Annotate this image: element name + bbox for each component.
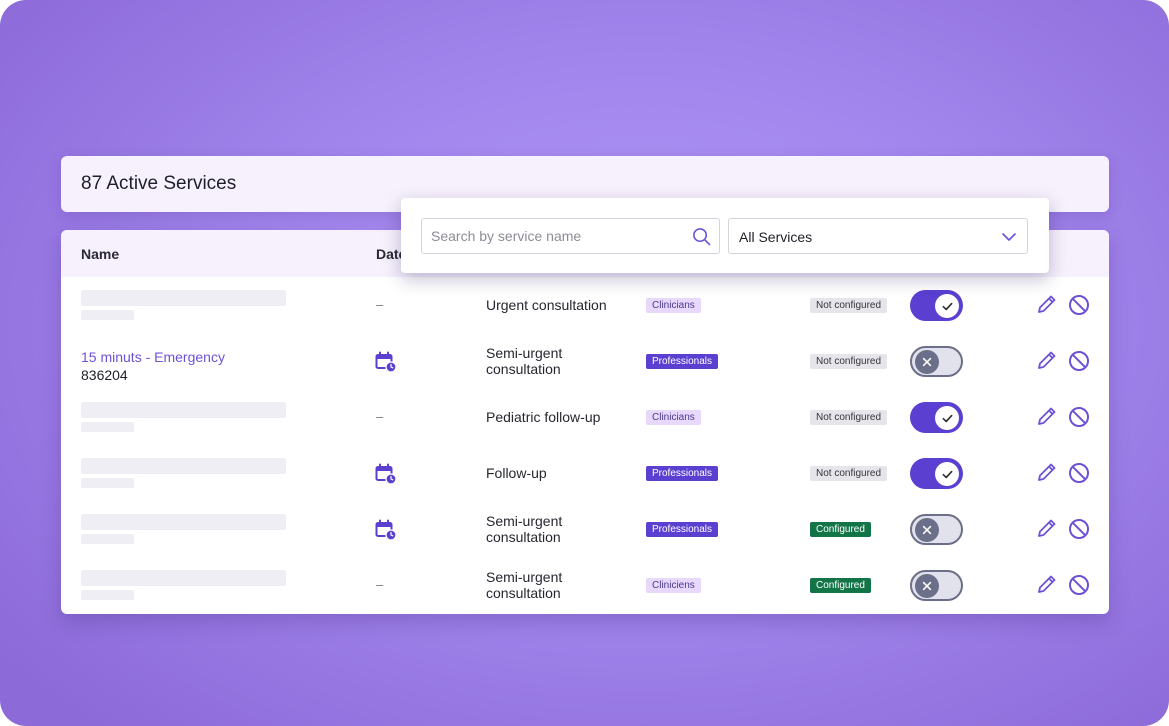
table-row: – Semi-urgent consultation Cliniciens Confi… [61,557,1109,613]
id-placeholder [81,478,134,488]
id-placeholder [81,590,134,600]
config-status-badge: Configured [810,578,871,593]
service-id: 836204 [81,367,128,383]
services-table: Name Date – Urgent consultation Clinicians… [61,230,1109,614]
chevron-down-icon[interactable] [1001,230,1017,244]
config-status-badge: Not configured [810,410,888,425]
table-row: – Pediatric follow-up Clinicians Not config… [61,389,1109,445]
active-toggle[interactable] [910,346,963,377]
calendar-clock-icon[interactable] [375,351,397,373]
check-icon [935,406,959,430]
x-icon [915,573,939,598]
service-type: Semi-urgent consultation [486,345,563,377]
pencil-icon[interactable] [1036,517,1058,539]
search-icon[interactable] [692,227,711,246]
service-type: Urgent consultation [486,297,607,313]
name-placeholder [81,514,286,530]
filter-panel: All Services [401,198,1049,273]
audience-badge: Professionals [646,354,719,369]
name-placeholder [81,402,286,418]
select-value: All Services [739,229,813,245]
block-icon[interactable] [1067,461,1091,485]
empty-date: – [376,577,384,592]
audience-badge: Professionals [646,522,719,537]
table-row: 15 minuts - Emergency 836204 Semi-urgent c… [61,333,1109,389]
background-frame: 87 Active Services Name Date – Urgent con… [0,0,1169,726]
audience-badge: Clinicians [646,410,701,425]
calendar-clock-icon[interactable] [375,519,397,541]
config-status-badge: Not configured [810,298,888,313]
audience-badge: Clinicians [646,298,701,313]
audience-badge: Cliniciens [646,578,701,593]
name-placeholder [81,290,286,306]
config-status-badge: Not configured [810,354,888,369]
active-toggle[interactable] [910,570,963,601]
block-icon[interactable] [1067,517,1091,541]
service-name-link[interactable]: 15 minuts - Emergency [81,349,225,365]
table-row: – Urgent consultation Clinicians Not config… [61,277,1109,333]
table-row: Semi-urgent consultation Professionals Con… [61,501,1109,557]
id-placeholder [81,534,134,544]
name-placeholder [81,570,286,586]
block-icon[interactable] [1067,293,1091,317]
block-icon[interactable] [1067,405,1091,429]
active-toggle[interactable] [910,402,963,433]
service-type: Semi-urgent consultation [486,513,563,545]
config-status-badge: Not configured [810,466,888,481]
audience-badge: Professionals [646,466,719,481]
search-field[interactable] [421,218,720,254]
pencil-icon[interactable] [1036,573,1058,595]
active-toggle[interactable] [910,290,963,321]
search-input[interactable] [431,227,686,245]
service-type: Semi-urgent consultation [486,569,563,601]
empty-date: – [376,409,384,424]
empty-date: – [376,297,384,312]
pencil-icon[interactable] [1036,405,1058,427]
config-status-badge: Configured [810,522,871,537]
x-icon [915,517,939,542]
check-icon [935,462,959,486]
service-filter-select[interactable]: All Services [728,218,1028,254]
x-icon [915,349,939,374]
service-type: Pediatric follow-up [486,409,601,425]
block-icon[interactable] [1067,573,1091,597]
pencil-icon[interactable] [1036,461,1058,483]
active-toggle[interactable] [910,514,963,545]
name-placeholder [81,458,286,474]
column-header-name[interactable]: Name [81,246,119,262]
id-placeholder [81,310,134,320]
table-row: Follow-up Professionals Not configured [61,445,1109,501]
page-title: 87 Active Services [81,173,237,194]
block-icon[interactable] [1067,349,1091,373]
pencil-icon[interactable] [1036,349,1058,371]
pencil-icon[interactable] [1036,293,1058,315]
check-icon [935,294,959,318]
active-toggle[interactable] [910,458,963,489]
id-placeholder [81,422,134,432]
calendar-clock-icon[interactable] [375,463,397,485]
service-type: Follow-up [486,465,547,481]
